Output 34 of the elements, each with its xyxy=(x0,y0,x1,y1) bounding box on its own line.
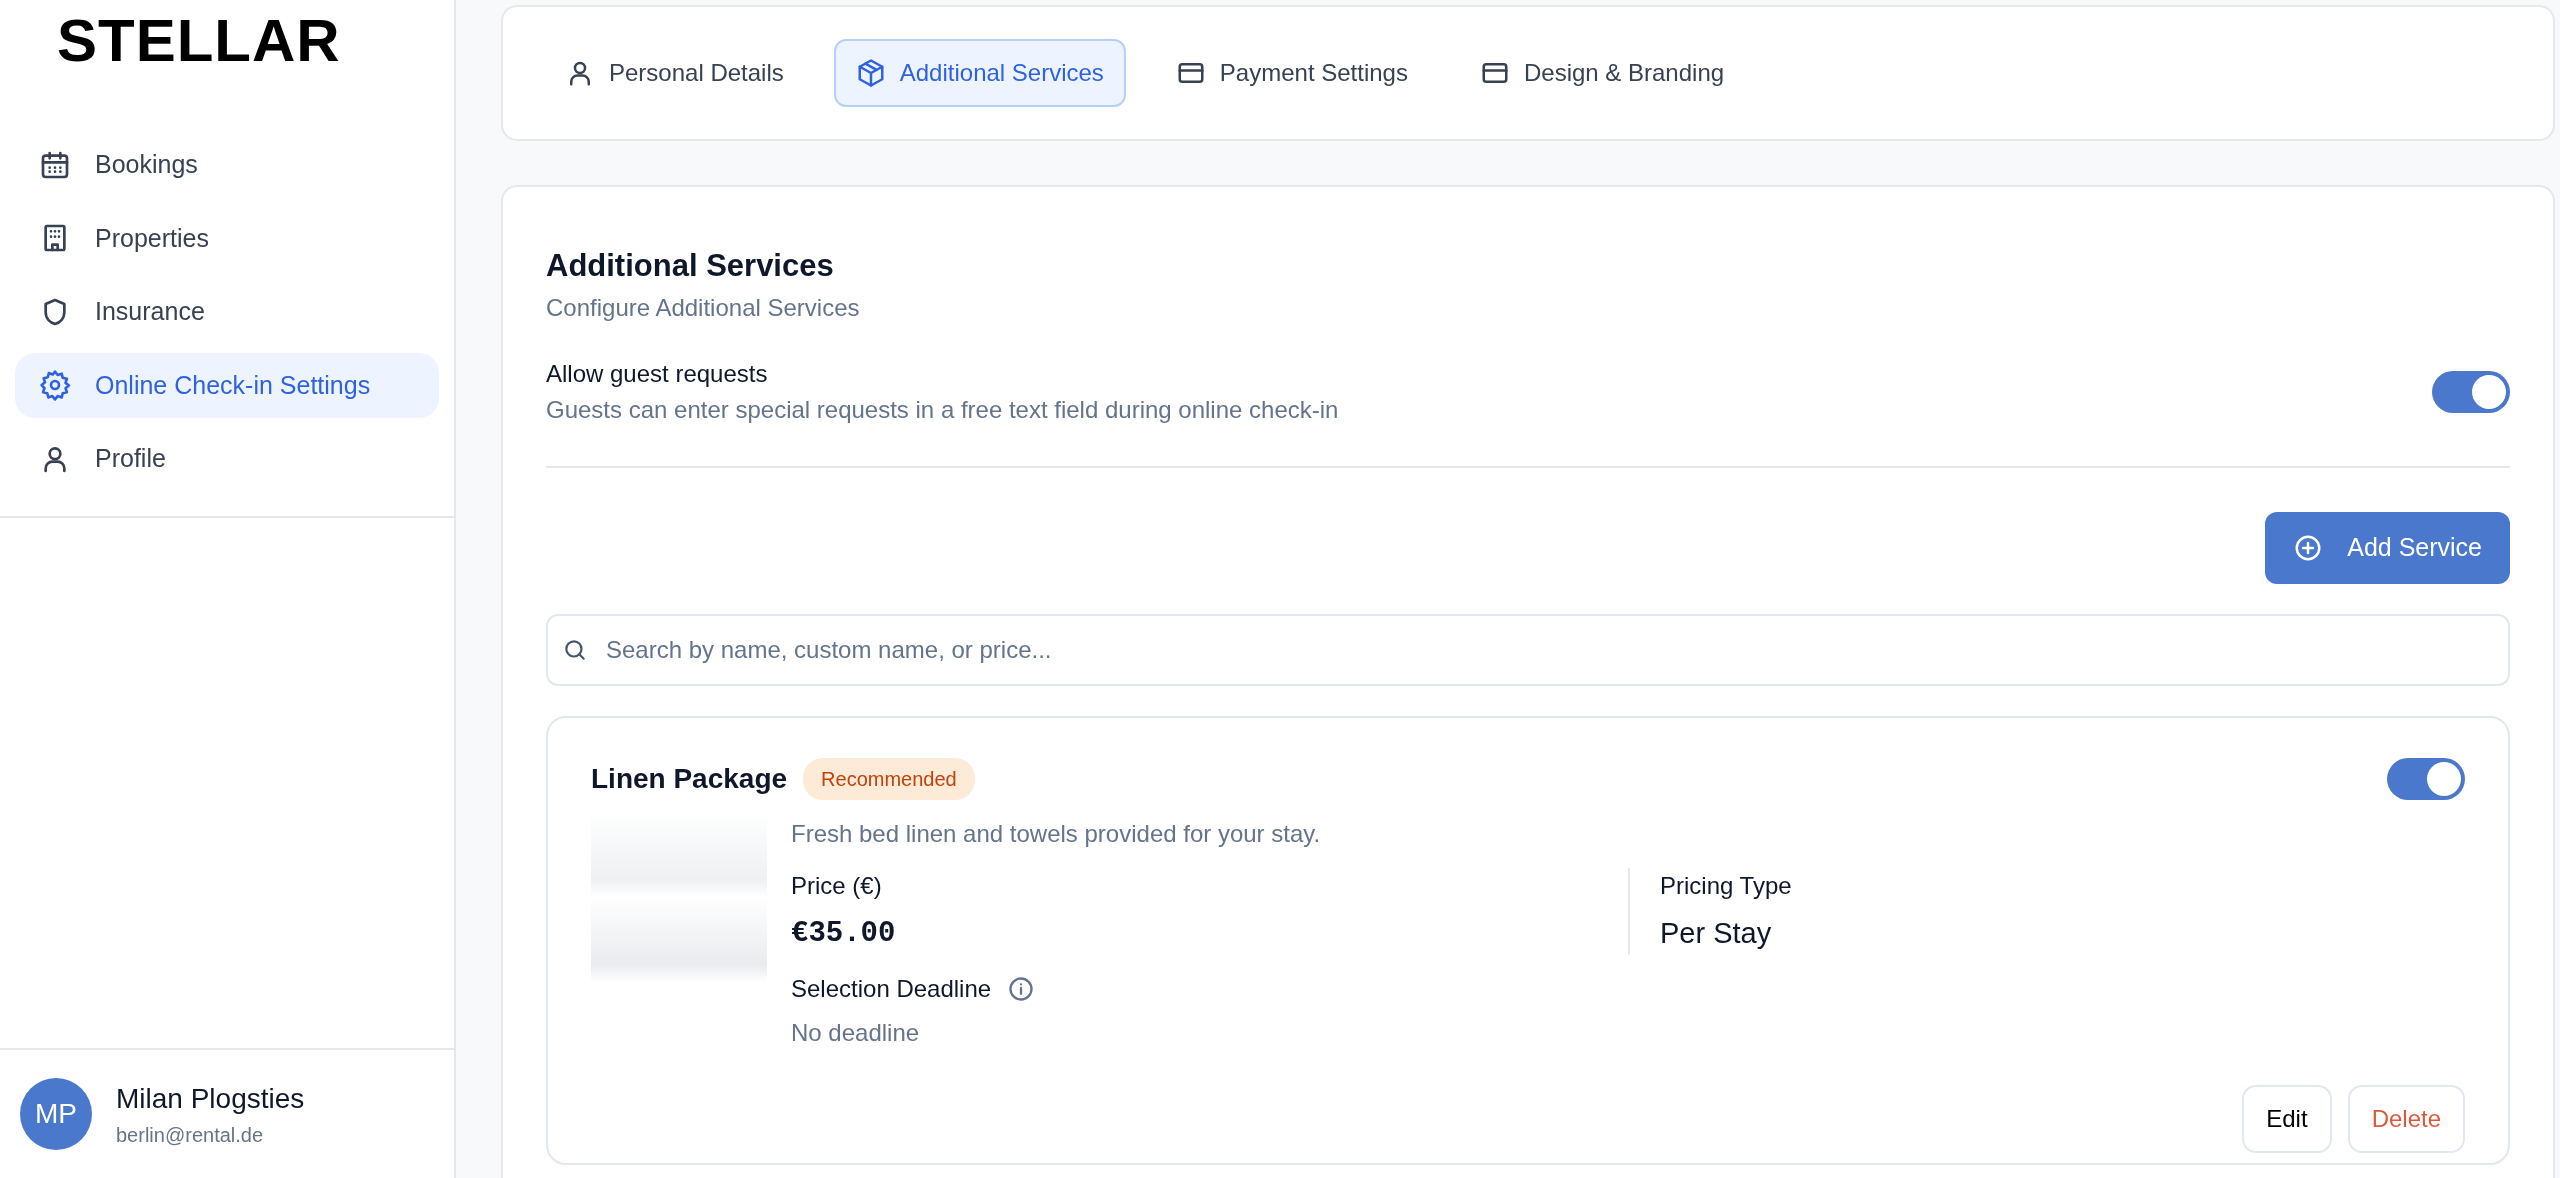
deadline-value: No deadline xyxy=(791,1018,921,1048)
logo-text: STELLAR xyxy=(56,6,341,74)
service-description: Fresh bed linen and towels provided for your stay. xyxy=(791,818,1322,849)
settings-icon xyxy=(39,369,71,402)
tab[interactable]: Payment Settings xyxy=(1153,39,1430,107)
edit-button[interactable]: Edit xyxy=(2242,1085,2332,1153)
pricing-type-value: Per Stay xyxy=(1660,915,1773,951)
sidebar-item[interactable]: Insurance xyxy=(15,279,439,345)
toggle-switch[interactable] xyxy=(2387,757,2465,800)
delete-button[interactable]: Delete xyxy=(2347,1085,2465,1153)
section-title: Additional Services xyxy=(546,247,835,285)
field-label: Pricing Type xyxy=(1660,870,1793,901)
sidebar-item[interactable]: Online Check-in Settings xyxy=(15,352,439,418)
service-name: Linen Package xyxy=(591,761,788,796)
setting-description: Guests can enter special requests in a free text field during online check-in xyxy=(546,394,1339,425)
sidebar-item[interactable]: Bookings xyxy=(15,132,439,198)
avatar: MP xyxy=(20,1078,92,1150)
add-service-button[interactable]: Add Service xyxy=(2265,511,2510,584)
user-name: Milan Plogsties xyxy=(116,1082,305,1116)
price-value: €35.00 xyxy=(791,915,897,952)
info-icon xyxy=(1007,975,1036,1003)
recommended-tag: Recommended xyxy=(803,757,975,800)
field-label: Price (€) xyxy=(791,870,883,901)
tab[interactable]: Additional Services xyxy=(833,39,1126,107)
field-label: Selection Deadline xyxy=(791,974,992,1004)
search-field[interactable]: Search by name, custom name, or price... xyxy=(546,613,2510,686)
tab[interactable]: Design & Branding xyxy=(1457,39,1747,107)
section-subtitle: Configure Additional Services xyxy=(546,292,861,323)
setting-label: Allow guest requests xyxy=(546,358,769,389)
user-email: berlin@rental.de xyxy=(116,1123,265,1148)
sidebar-item[interactable]: Properties xyxy=(15,205,439,271)
toggle-switch[interactable] xyxy=(2432,370,2510,413)
sidebar-item[interactable]: Profile xyxy=(15,426,439,492)
tab[interactable]: Personal Details xyxy=(543,39,806,107)
